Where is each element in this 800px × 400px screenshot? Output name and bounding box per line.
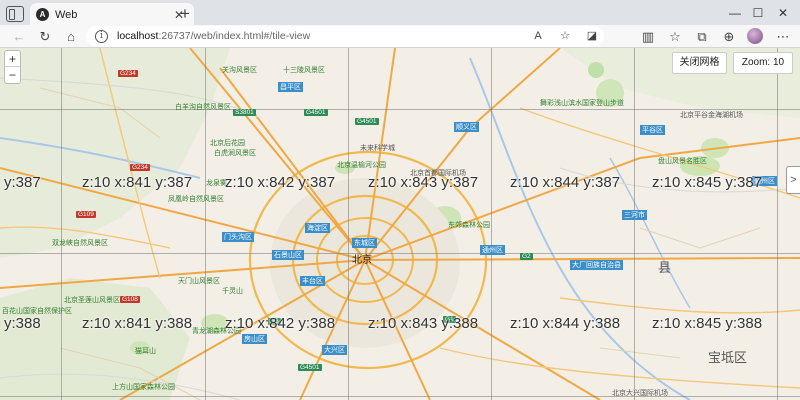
tile-coordinate-label: z:10 x:841 y:388: [82, 315, 193, 332]
map-county-label: 县: [658, 260, 672, 275]
side-panel-handle-icon[interactable]: >: [786, 166, 800, 194]
map-district-label: 平谷区: [640, 125, 665, 135]
tile-gridline: [777, 48, 778, 400]
map-basemap: [0, 48, 800, 400]
back-icon[interactable]: ←: [8, 27, 30, 46]
close-window-icon[interactable]: ✕: [771, 4, 795, 22]
tile-coordinate-label: z:10 x:845 y:388: [652, 315, 763, 332]
map-place-label: 猫耳山: [135, 348, 156, 355]
zoom-out-button[interactable]: −: [5, 67, 20, 83]
tracking-prevention-icon[interactable]: ◪: [583, 28, 601, 45]
map-place-label: 龙泉雾: [206, 180, 227, 187]
tab-title: Web: [55, 9, 78, 21]
browser-toolbar: ← ↻ ⌂ i localhost:26737/web/index.html#/…: [0, 25, 800, 48]
map-district-label: 大厂回族自治县: [570, 260, 623, 270]
tile-gridline: [0, 396, 800, 397]
read-aloud-icon[interactable]: A: [529, 28, 547, 45]
map-place-label: 关沟风景区: [222, 67, 257, 74]
maximize-icon[interactable]: ☐: [746, 4, 770, 22]
tile-coordinate-label: y:388: [4, 315, 41, 332]
map-district-label: 石景山区: [272, 250, 304, 260]
map-place-label: 北京温榆河公园: [337, 162, 386, 169]
highway-shield: G4501: [355, 118, 379, 125]
favorite-star-icon[interactable]: ☆: [556, 28, 574, 45]
collections-icon[interactable]: ⧉: [691, 27, 713, 46]
map-place-label: 千灵山: [222, 288, 243, 295]
extensions-icon[interactable]: ⊕: [718, 27, 740, 46]
highway-shield: G4501: [298, 364, 322, 371]
zoom-control: + −: [4, 50, 21, 84]
map-place-label: 上方山国家森林公园: [112, 384, 175, 391]
refresh-icon[interactable]: ↻: [34, 27, 56, 46]
map-district-label: 三河市: [622, 210, 647, 220]
highway-shield: S3801: [233, 109, 256, 116]
map-viewport[interactable]: 关沟风景区 十三陵风景区 白羊沟自然风景区 北京后花园 白虎涧风景区 龙泉雾 凤…: [0, 48, 800, 400]
split-screen-icon[interactable]: ▥: [637, 27, 659, 46]
tile-gridline: [205, 48, 206, 400]
toggle-grid-button[interactable]: 关闭网格: [672, 52, 727, 74]
map-city-label: 北京: [352, 255, 372, 266]
highway-shield: G234: [118, 70, 138, 77]
map-district-label: 丰台区: [300, 276, 325, 286]
map-district-label: 顺义区: [454, 122, 479, 132]
map-place-label: 未来科学城: [360, 145, 395, 152]
map-district-label: 宝坻区: [708, 350, 748, 365]
tile-coordinate-label: z:10 x:841 y:387: [82, 174, 193, 191]
address-bar[interactable]: i localhost:26737/web/index.html#/tile-v…: [86, 26, 604, 47]
map-place-label: 天门山风景区: [178, 278, 220, 285]
tile-coordinate-label: z:10 x:845 y:387: [652, 174, 763, 191]
tile-gridline: [348, 48, 349, 400]
tile-coordinate-label: z:10 x:844 y:388: [510, 315, 621, 332]
tile-coordinate-label: y:387: [4, 174, 41, 191]
map-place-label: 白羊沟自然风景区: [175, 104, 231, 111]
settings-menu-icon[interactable]: ⋯: [772, 27, 794, 46]
tile-coordinate-label: z:10 x:842 y:387: [225, 174, 336, 191]
new-tab-button[interactable]: +: [175, 5, 195, 25]
map-district-label: 大兴区: [322, 345, 347, 355]
workspaces-icon[interactable]: [6, 6, 24, 22]
map-district-label: 门头沟区: [222, 232, 254, 242]
tile-coordinate-label: z:10 x:843 y:387: [368, 174, 479, 191]
site-info-icon[interactable]: i: [95, 30, 108, 43]
tile-gridline: [61, 48, 62, 400]
highway-shield: G4501: [304, 109, 328, 116]
map-district-label: 东城区: [352, 238, 377, 248]
map-place-label: 东郊森林公园: [448, 222, 490, 229]
home-icon[interactable]: ⌂: [60, 27, 82, 46]
address-url[interactable]: localhost:26737/web/index.html#/tile-vie…: [117, 30, 310, 42]
zoom-in-button[interactable]: +: [5, 51, 20, 67]
map-place-label: 北京后花园: [210, 140, 245, 147]
tile-coordinate-label: z:10 x:844 y:387: [510, 174, 621, 191]
map-place-label: 北京大兴国际机场: [612, 390, 668, 397]
map-place-label: 盘山风景名胜区: [658, 158, 707, 165]
tile-coordinate-label: z:10 x:842 y:388: [225, 315, 336, 332]
tile-coordinate-label: z:10 x:843 y:388: [368, 315, 479, 332]
map-place-label: 北京平谷金海湖机场: [680, 112, 743, 119]
tab-strip: A Web ✕ + — ☐ ✕: [0, 0, 800, 29]
map-district-label: 房山区: [242, 334, 267, 344]
profile-avatar[interactable]: [747, 28, 763, 44]
angular-icon: A: [36, 8, 49, 21]
zoom-level-badge: Zoom: 10: [733, 52, 793, 74]
highway-shield: G109: [76, 211, 96, 218]
highway-shield: G108: [120, 296, 140, 303]
highway-shield: G234: [130, 164, 150, 171]
map-place-label: 舞彩浅山滨水国家登山步道: [540, 100, 624, 107]
map-district-label: 通州区: [480, 245, 505, 255]
map-place-label: 白虎涧风景区: [214, 150, 256, 157]
tile-gridline: [634, 48, 635, 400]
map-district-label: 昌平区: [278, 82, 303, 92]
map-place-label: 十三陵风景区: [283, 67, 325, 74]
map-place-label: 北京圣莲山风景区: [64, 297, 120, 304]
tile-gridline: [491, 48, 492, 400]
minimize-icon[interactable]: —: [723, 4, 747, 22]
highway-shield: G2: [520, 253, 533, 260]
map-place-label: 双龙峡自然风景区: [52, 240, 108, 247]
tile-gridline: [0, 253, 800, 254]
map-place-label: 凤凰岭自然风景区: [168, 196, 224, 203]
favorites-icon[interactable]: ☆: [664, 27, 686, 46]
map-district-label: 海淀区: [305, 223, 330, 233]
